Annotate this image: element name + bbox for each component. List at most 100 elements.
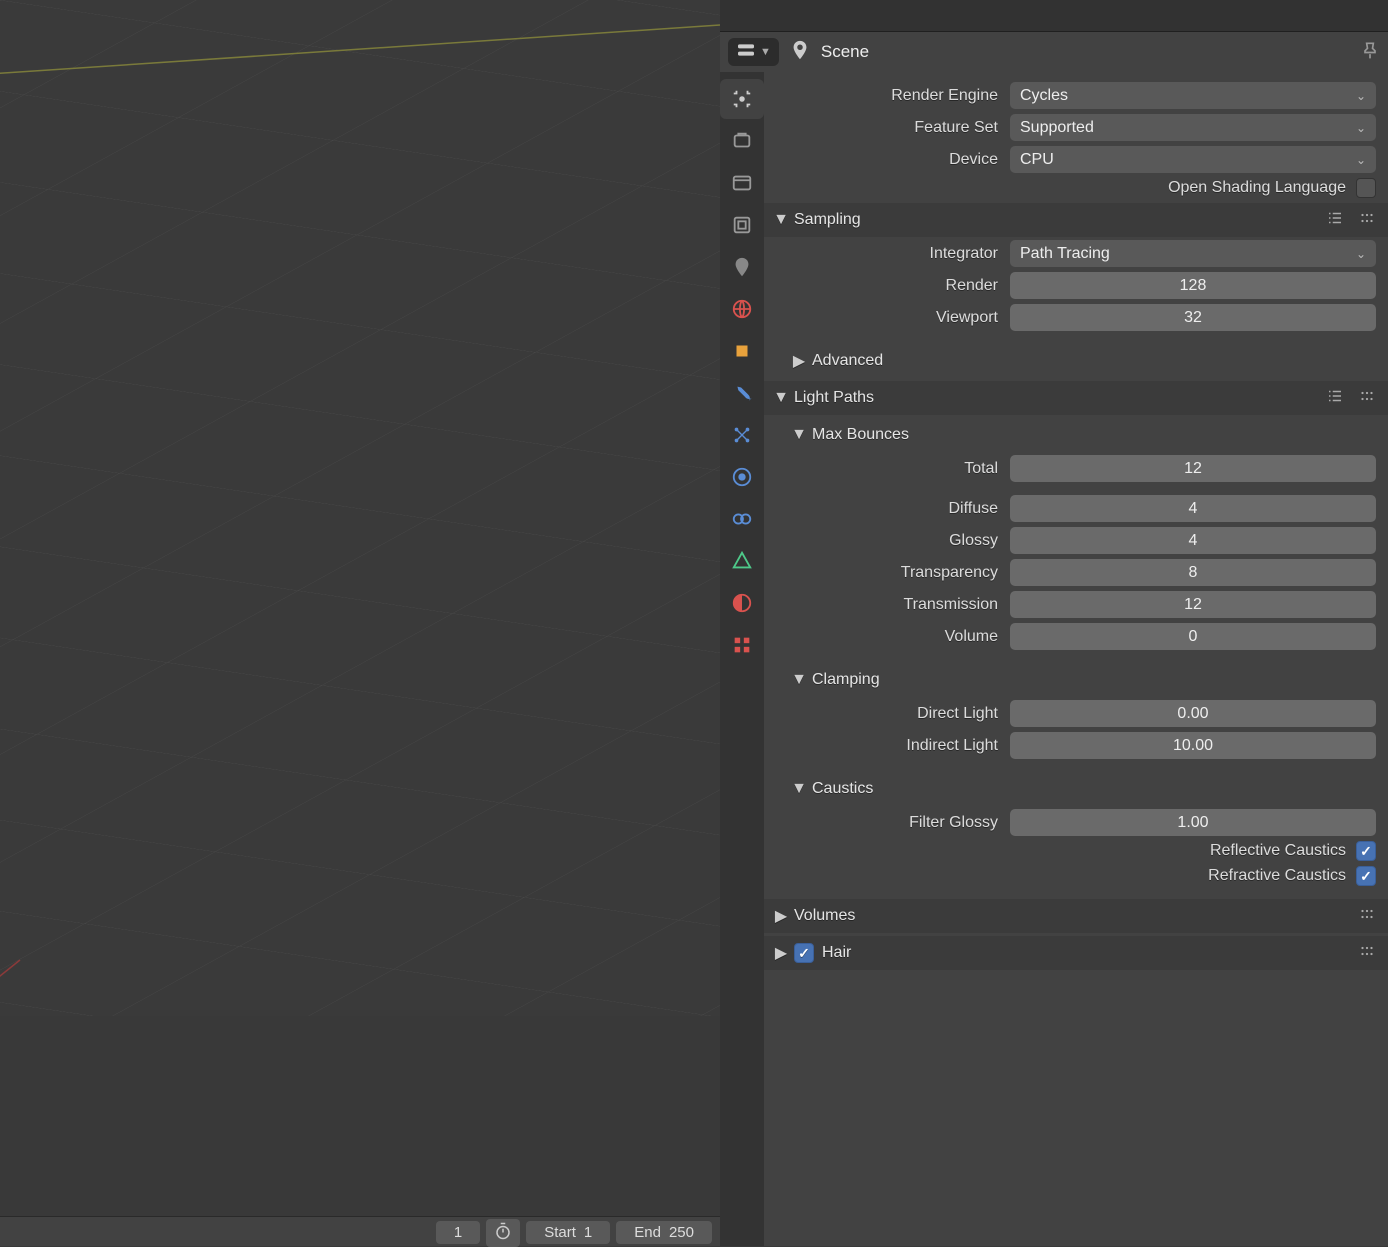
- transparency-bounces-input[interactable]: 8: [1010, 559, 1376, 586]
- viewport-3d[interactable]: [0, 0, 720, 1016]
- reflective-caustics-checkbox[interactable]: [1356, 841, 1376, 861]
- tab-particles[interactable]: [720, 415, 764, 455]
- hair-panel-header[interactable]: ▶ Hair: [764, 936, 1388, 970]
- integrator-select[interactable]: Path Tracing⌄: [1010, 240, 1376, 267]
- drag-handle-icon[interactable]: [1358, 942, 1376, 965]
- volumes-title: Volumes: [794, 907, 855, 925]
- volume-label: Volume: [794, 628, 1010, 646]
- render-samples-input[interactable]: 128: [1010, 272, 1376, 299]
- caustics-panel-header[interactable]: ▼ Caustics: [774, 772, 1388, 806]
- disclosure-right-icon: ▶: [774, 906, 788, 926]
- tab-physics[interactable]: [720, 457, 764, 497]
- disclosure-right-icon: ▶: [774, 943, 788, 963]
- render-engine-select[interactable]: Cycles⌄: [1010, 82, 1376, 109]
- total-bounces-input[interactable]: 12: [1010, 455, 1376, 482]
- integrator-label: Integrator: [774, 245, 1010, 263]
- properties-icon: [736, 42, 756, 62]
- sampling-panel-header[interactable]: ▼ Sampling: [764, 203, 1388, 237]
- direct-light-label: Direct Light: [794, 705, 1010, 723]
- autokey-button[interactable]: [486, 1219, 520, 1247]
- advanced-title: Advanced: [812, 352, 883, 370]
- volume-bounces-input[interactable]: 0: [1010, 623, 1376, 650]
- render-samples-label: Render: [774, 277, 1010, 295]
- light-paths-title: Light Paths: [794, 389, 874, 407]
- drag-handle-icon[interactable]: [1358, 905, 1376, 928]
- filter-glossy-input[interactable]: 1.00: [1010, 809, 1376, 836]
- clamping-panel-header[interactable]: ▼ Clamping: [774, 663, 1388, 697]
- current-frame-input[interactable]: 1: [436, 1221, 480, 1244]
- end-value: 250: [669, 1224, 694, 1241]
- preset-list-icon[interactable]: [1326, 209, 1344, 232]
- transmission-label: Transmission: [794, 596, 1010, 614]
- frame-end-input[interactable]: End 250: [616, 1221, 712, 1244]
- transparency-label: Transparency: [794, 564, 1010, 582]
- osl-checkbox[interactable]: [1356, 178, 1376, 198]
- tab-object[interactable]: [720, 331, 764, 371]
- tab-render[interactable]: [720, 79, 764, 119]
- transmission-bounces-input[interactable]: 12: [1010, 591, 1376, 618]
- diffuse-label: Diffuse: [794, 500, 1010, 518]
- hair-title: Hair: [822, 944, 851, 962]
- chevron-down-icon: ⌄: [1356, 153, 1366, 167]
- frame-start-input[interactable]: Start 1: [526, 1221, 610, 1244]
- glossy-bounces-input[interactable]: 4: [1010, 527, 1376, 554]
- refractive-caustics-checkbox[interactable]: [1356, 866, 1376, 886]
- disclosure-down-icon: ▼: [792, 780, 806, 798]
- device-select[interactable]: CPU⌄: [1010, 146, 1376, 173]
- timeline-bar: 1 Start 1 End 250: [0, 1216, 720, 1246]
- disclosure-right-icon: ▶: [792, 351, 806, 371]
- start-value: 1: [584, 1224, 592, 1241]
- caustics-title: Caustics: [812, 780, 873, 798]
- viewport-samples-label: Viewport: [774, 309, 1010, 327]
- tab-world-globe[interactable]: [720, 289, 764, 329]
- pin-icon[interactable]: [1360, 40, 1380, 64]
- feature-set-label: Feature Set: [774, 119, 1010, 137]
- tab-material[interactable]: [720, 583, 764, 623]
- indirect-light-label: Indirect Light: [794, 737, 1010, 755]
- drag-handle-icon[interactable]: [1358, 209, 1376, 232]
- reflective-caustics-label: Reflective Caustics: [1210, 842, 1346, 860]
- volumes-panel-header[interactable]: ▶ Volumes: [764, 899, 1388, 933]
- disclosure-down-icon: ▼: [774, 389, 788, 407]
- chevron-down-icon: ⌄: [1356, 247, 1366, 261]
- tab-view-layer[interactable]: [720, 163, 764, 203]
- viewport-samples-input[interactable]: 32: [1010, 304, 1376, 331]
- tab-world[interactable]: [720, 247, 764, 287]
- hair-enable-checkbox[interactable]: [794, 943, 814, 963]
- glossy-label: Glossy: [794, 532, 1010, 550]
- disclosure-down-icon: ▼: [792, 426, 806, 444]
- tab-output[interactable]: [720, 121, 764, 161]
- start-label: Start: [544, 1224, 576, 1241]
- tab-modifiers[interactable]: [720, 373, 764, 413]
- drag-handle-icon[interactable]: [1358, 387, 1376, 410]
- properties-panel: ▼ Scene: [720, 0, 1388, 1246]
- properties-content: Render Engine Cycles⌄ Feature Set Suppor…: [764, 72, 1388, 1246]
- editor-type-selector[interactable]: ▼: [728, 38, 779, 66]
- light-paths-panel-header[interactable]: ▼ Light Paths: [764, 381, 1388, 415]
- direct-light-input[interactable]: 0.00: [1010, 700, 1376, 727]
- advanced-panel-header[interactable]: ▶ Advanced: [774, 344, 1388, 378]
- clamping-title: Clamping: [812, 671, 880, 689]
- indirect-light-input[interactable]: 10.00: [1010, 732, 1376, 759]
- chevron-down-icon: ⌄: [1356, 121, 1366, 135]
- preset-list-icon[interactable]: [1326, 387, 1344, 410]
- properties-header: ▼ Scene: [720, 32, 1388, 72]
- max-bounces-title: Max Bounces: [812, 426, 909, 444]
- diffuse-bounces-input[interactable]: 4: [1010, 495, 1376, 522]
- current-frame-value: 1: [454, 1224, 462, 1241]
- refractive-caustics-label: Refractive Caustics: [1208, 867, 1346, 885]
- disclosure-down-icon: ▼: [792, 671, 806, 689]
- tab-scene[interactable]: [720, 205, 764, 245]
- tab-data[interactable]: [720, 541, 764, 581]
- total-label: Total: [794, 460, 1010, 478]
- tab-constraints[interactable]: [720, 499, 764, 539]
- render-engine-label: Render Engine: [774, 87, 1010, 105]
- feature-set-select[interactable]: Supported⌄: [1010, 114, 1376, 141]
- top-gap: [720, 0, 1388, 32]
- properties-tabs: [720, 72, 764, 1246]
- sampling-title: Sampling: [794, 211, 861, 229]
- end-label: End: [634, 1224, 661, 1241]
- scene-icon: [789, 39, 811, 65]
- max-bounces-panel-header[interactable]: ▼ Max Bounces: [774, 418, 1388, 452]
- tab-texture[interactable]: [720, 625, 764, 665]
